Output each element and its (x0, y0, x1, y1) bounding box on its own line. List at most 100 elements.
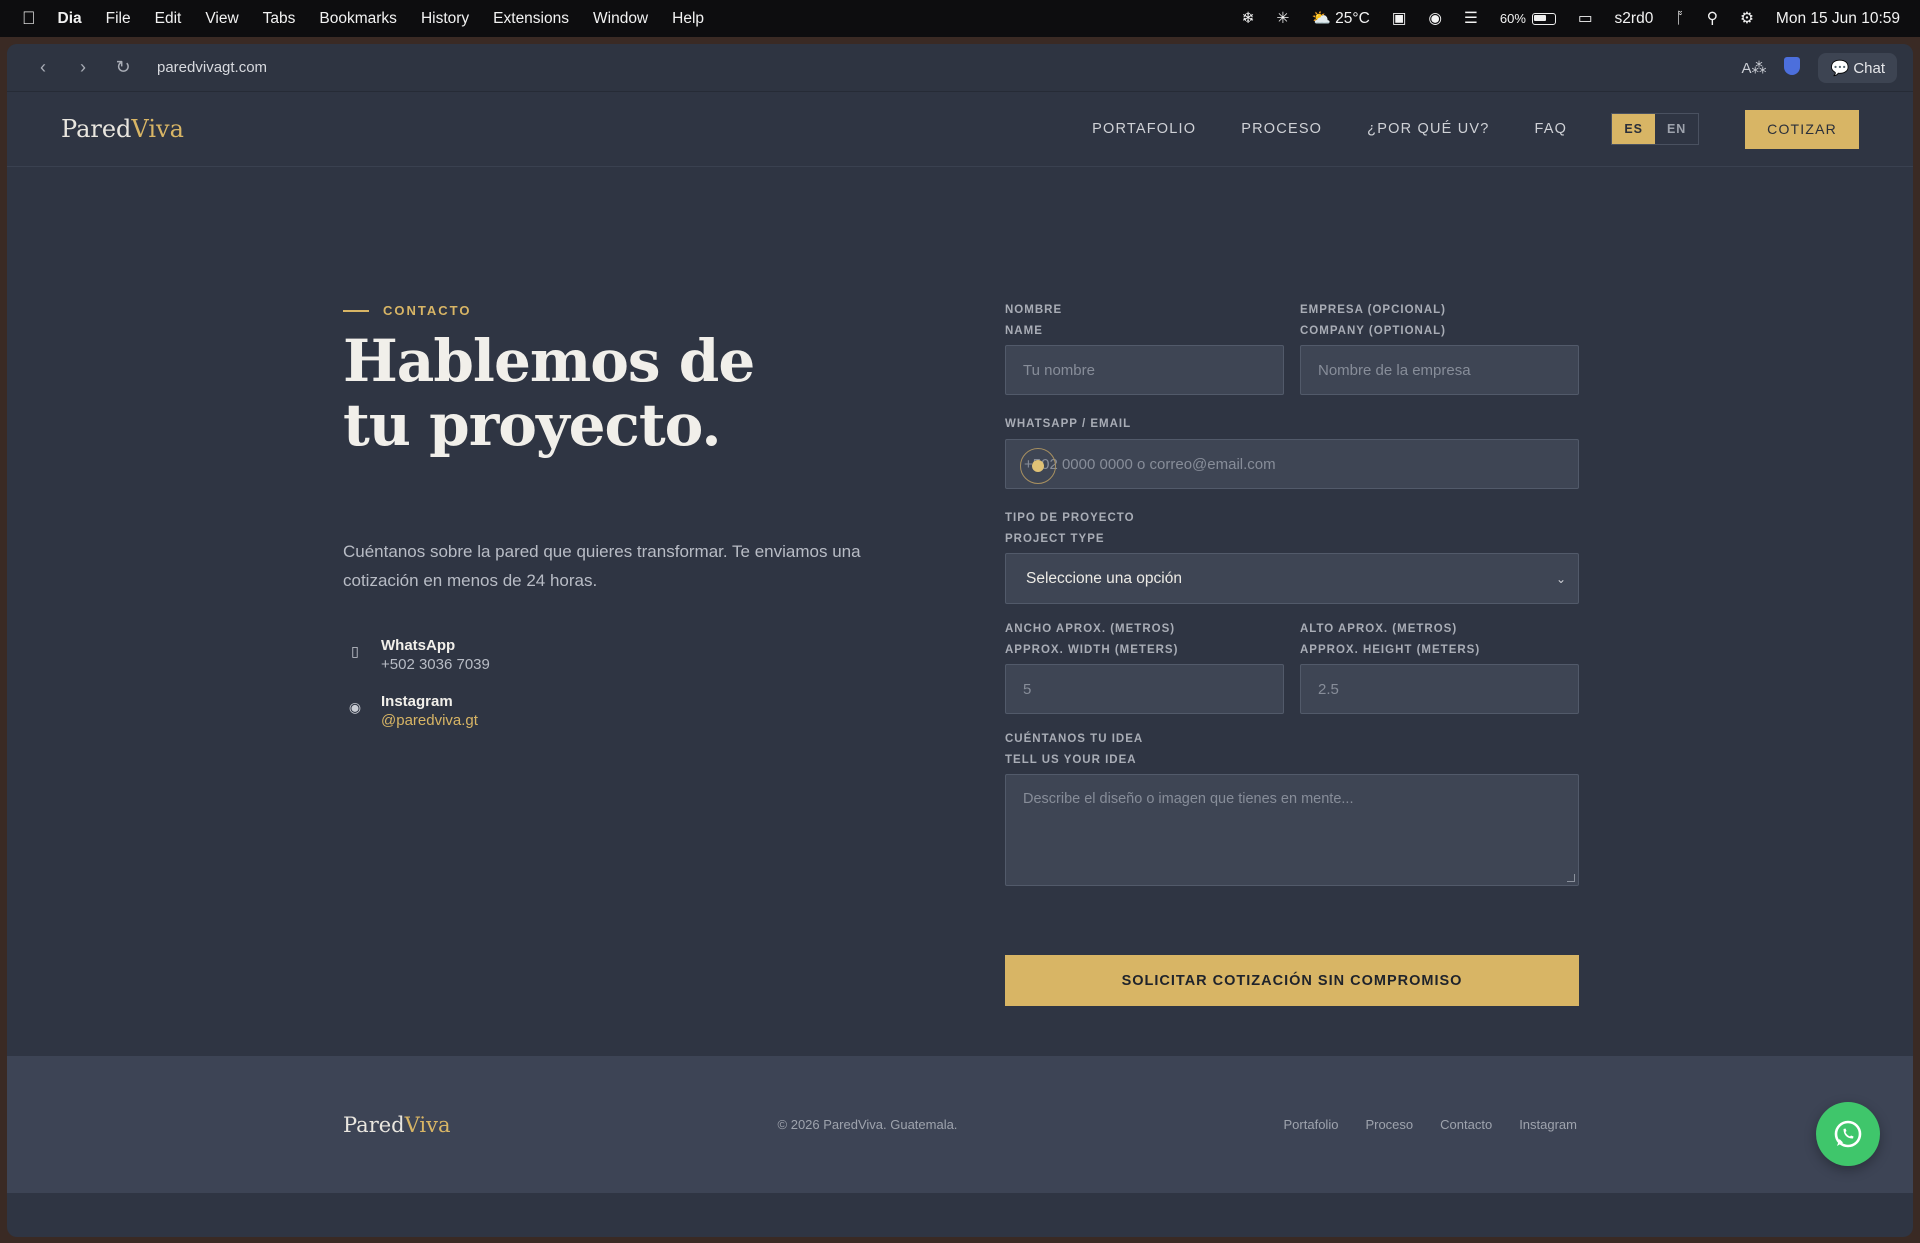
back-icon[interactable]: ‹ (23, 57, 63, 78)
bluetooth-icon[interactable]: ᚩ (1675, 10, 1684, 28)
whatsapp-title: WhatsApp (381, 637, 456, 654)
copyright: © 2026 ParedViva. Guatemala. (777, 1117, 958, 1132)
chat-button[interactable]: 💬 Chat (1818, 52, 1897, 83)
menu-window[interactable]: Window (593, 10, 648, 28)
sync-icon[interactable]: ◉ (1428, 9, 1442, 28)
wifi-icon[interactable]: ☰ (1464, 9, 1478, 28)
user-name[interactable]: s2rd0 (1615, 10, 1654, 28)
height-label-es: ALTO APROX. (METROS) (1300, 623, 1458, 635)
clock[interactable]: Mon 15 Jun 10:59 (1776, 10, 1900, 28)
type-label-en: PROJECT TYPE (1005, 533, 1105, 545)
name-company-row: NOMBRE NAME Tu nombre EMPRESA (OPCIONAL)… (1005, 300, 1579, 395)
lang-es-button[interactable]: ES (1612, 114, 1656, 144)
footer-links: Portafolio Proceso Contacto Instagram (1257, 1117, 1577, 1132)
menu-view[interactable]: View (205, 10, 238, 28)
idea-label-es: CUÉNTANOS TU IDEA (1005, 733, 1144, 745)
site-footer: ParedViva © 2026 ParedViva. Guatemala. P… (7, 1056, 1913, 1193)
project-type-value: Seleccione una opción (1026, 569, 1182, 587)
nav-por-que-uv[interactable]: ¿POR QUÉ UV? (1367, 121, 1489, 137)
footer-link-instagram[interactable]: Instagram (1519, 1117, 1577, 1132)
cotizar-button[interactable]: COTIZAR (1745, 109, 1859, 149)
instagram-contact[interactable]: ◉ Instagram @paredviva.gt (343, 693, 478, 729)
bitwarden-icon[interactable] (1784, 56, 1801, 79)
menu-edit[interactable]: Edit (155, 10, 182, 28)
cursor-indicator (1020, 448, 1056, 484)
reload-icon[interactable]: ↻ (103, 57, 143, 78)
sparkle-icon[interactable]: ✳ (1277, 9, 1290, 28)
footer-link-contacto[interactable]: Contacto (1440, 1117, 1492, 1132)
menu-file[interactable]: File (106, 10, 131, 28)
title-line-2: tu proyecto. (343, 391, 722, 459)
browser-window: ‹ › ↻ paredvivagt.com A⁂ 💬 Chat ParedViv… (7, 44, 1913, 1237)
height-input[interactable]: 2.5 (1300, 664, 1579, 714)
resize-handle-icon[interactable] (1567, 874, 1575, 882)
chevron-down-icon: ⌄ (1555, 571, 1566, 586)
logo-part-2: Viva (131, 115, 184, 143)
menu-history[interactable]: History (421, 10, 469, 28)
lead-text: Cuéntanos sobre la pared que quieres tra… (343, 542, 861, 590)
apple-icon[interactable]:  (22, 8, 36, 29)
eyebrow-line (343, 309, 369, 312)
footer-logo-part-2: Viva (404, 1112, 451, 1137)
extension-icon[interactable]: ▣ (1392, 9, 1407, 28)
idea-textarea[interactable]: Describe el diseño o imagen que tienes e… (1005, 774, 1579, 886)
nav-faq[interactable]: FAQ (1535, 121, 1568, 137)
weather-icon[interactable]: ⛅ 25°C (1312, 9, 1370, 28)
contact-section: CONTACTO Hablemos de tu proyecto. Cuénta… (7, 167, 1913, 1097)
name-input[interactable]: Tu nombre (1005, 345, 1284, 395)
menu-help[interactable]: Help (672, 10, 704, 28)
battery-status[interactable]: 60% (1500, 11, 1556, 26)
footer-logo-part-1: Pared (343, 1112, 405, 1137)
idea-placeholder: Describe el diseño o imagen que tienes e… (1023, 791, 1354, 807)
type-label-es: TIPO DE PROYECTO (1005, 512, 1135, 524)
contact-label: WHATSAPP / EMAIL (1005, 418, 1132, 430)
site-logo[interactable]: ParedViva (61, 115, 184, 143)
translate-icon[interactable]: A⁂ (1741, 59, 1766, 77)
nav-portafolio[interactable]: PORTAFOLIO (1092, 121, 1196, 137)
contact-input[interactable]: +502 0000 0000 o correo@email.com (1005, 439, 1579, 489)
instagram-title: Instagram (381, 693, 453, 710)
whatsapp-float-button[interactable] (1816, 1102, 1880, 1166)
width-label-es: ANCHO APROX. (METROS) (1005, 623, 1176, 635)
openai-icon[interactable]: ❄ (1242, 9, 1255, 28)
footer-logo[interactable]: ParedViva (343, 1113, 451, 1137)
main-nav: PORTAFOLIO PROCESO ¿POR QUÉ UV? FAQ ES E… (1047, 109, 1859, 149)
submit-quote-button[interactable]: SOLICITAR COTIZACIÓN SIN COMPROMISO (1005, 955, 1579, 1006)
page-title: Hablemos de tu proyecto. (343, 329, 903, 457)
menu-tabs[interactable]: Tabs (263, 10, 296, 28)
control-center-icon[interactable]: ⚙ (1740, 9, 1754, 28)
project-type-group: TIPO DE PROYECTO PROJECT TYPE Seleccione… (1005, 508, 1579, 604)
company-input[interactable]: Nombre de la empresa (1300, 345, 1579, 395)
logo-part-1: Pared (61, 115, 132, 143)
width-input[interactable]: 5 (1005, 664, 1284, 714)
spotlight-search-icon[interactable]: ⚲ (1707, 9, 1718, 28)
camera-icon: ◉ (348, 699, 362, 715)
contact-field-group: WHATSAPP / EMAIL +502 0000 0000 o correo… (1005, 414, 1579, 489)
whatsapp-icon (1834, 1120, 1862, 1148)
whatsapp-contact[interactable]: ▯ WhatsApp +502 3036 7039 (343, 637, 490, 673)
browser-toolbar: ‹ › ↻ paredvivagt.com A⁂ 💬 Chat (7, 44, 1913, 92)
width-label-en: APPROX. WIDTH (METERS) (1005, 644, 1179, 656)
lang-en-button[interactable]: EN (1655, 114, 1698, 144)
menu-app-name[interactable]: Dia (58, 10, 82, 28)
instagram-handle[interactable]: @paredviva.gt (381, 712, 478, 729)
whatsapp-number: +502 3036 7039 (381, 656, 490, 673)
menu-bookmarks[interactable]: Bookmarks (319, 10, 397, 28)
forward-icon[interactable]: › (63, 57, 103, 78)
display-icon[interactable]: ▭ (1578, 9, 1593, 28)
company-label-es: EMPRESA (OPCIONAL) (1300, 304, 1446, 316)
language-switch: ES EN (1611, 113, 1700, 145)
phone-icon: ▯ (351, 643, 359, 659)
nav-proceso[interactable]: PROCESO (1241, 121, 1322, 137)
contact-placeholder: +502 0000 0000 o correo@email.com (1024, 455, 1276, 473)
project-type-select[interactable]: Seleccione una opción ⌄ (1005, 553, 1579, 604)
idea-label-en: TELL US YOUR IDEA (1005, 754, 1137, 766)
address-bar[interactable]: paredvivagt.com (157, 59, 1723, 76)
menu-extensions[interactable]: Extensions (493, 10, 569, 28)
footer-link-proceso[interactable]: Proceso (1365, 1117, 1413, 1132)
company-label-en: COMPANY (OPTIONAL) (1300, 325, 1446, 337)
name-label-en: NAME (1005, 325, 1043, 337)
footer-link-portafolio[interactable]: Portafolio (1284, 1117, 1339, 1132)
battery-percent: 60% (1499, 11, 1526, 26)
site-header: ParedViva PORTAFOLIO PROCESO ¿POR QUÉ UV… (7, 92, 1913, 167)
